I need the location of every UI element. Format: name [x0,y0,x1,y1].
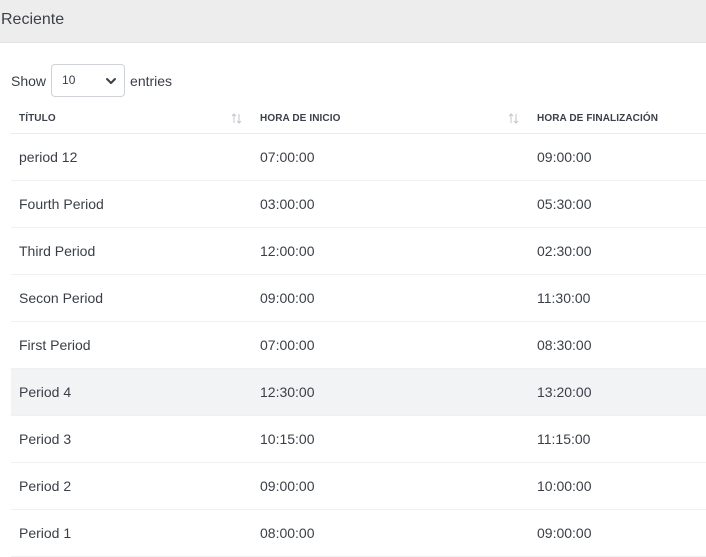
cell-start-time: 07:00:00 [252,133,529,181]
entries-label: entries [130,72,173,89]
table-row-hovered[interactable]: Period 4 12:30:00 13:20:00 [11,368,706,416]
cell-start-time: 09:00:00 [252,462,529,510]
cell-end-time: 10:00:00 [529,462,706,510]
cell-title: First Period [11,321,252,369]
entries-select-value: 10 [62,73,76,87]
table-row[interactable]: Third Period 12:00:00 02:30:00 [11,227,706,275]
entries-select[interactable]: 10 [51,64,126,97]
table-row[interactable]: Fourth Period 03:00:00 05:30:00 [11,180,706,228]
cell-start-time: 12:30:00 [252,368,529,416]
cell-end-time: 11:30:00 [529,274,706,322]
table-row[interactable]: Period 3 10:15:00 11:15:00 [11,415,706,463]
cell-start-time: 08:00:00 [252,509,529,557]
entries-length-control: Show 10 entries [11,64,172,97]
cell-end-time: 13:20:00 [529,368,706,416]
cell-title: Period 2 [11,462,252,510]
column-header-label: HORA DE FINALIZACIÓN [537,113,659,124]
cell-start-time: 07:00:00 [252,321,529,369]
cell-title: Fourth Period [11,180,252,228]
cell-end-time: 02:30:00 [529,227,706,275]
cell-title: Third Period [11,227,252,275]
cell-start-time: 03:00:00 [252,180,529,228]
cell-end-time: 09:00:00 [529,133,706,181]
column-header-end-time[interactable]: HORA DE FINALIZACIÓN [529,104,706,134]
cell-start-time: 12:00:00 [252,227,529,275]
cell-title: Secon Period [11,274,252,322]
cell-start-time: 10:15:00 [252,415,529,463]
card-header: Reciente [0,0,706,43]
table-row[interactable]: period 12 07:00:00 09:00:00 [11,133,706,181]
cell-end-time: 05:30:00 [529,180,706,228]
table-header-row: TÍTULO HORA DE INICIO HORA DE FINALIZACI… [11,104,706,134]
cell-start-time: 09:00:00 [252,274,529,322]
table-row[interactable]: Secon Period 09:00:00 11:30:00 [11,274,706,322]
show-label: Show [11,72,47,89]
chevron-down-icon [106,78,117,84]
cell-title: period 12 [11,133,252,181]
column-header-title[interactable]: TÍTULO [11,104,252,134]
cell-title: Period 3 [11,415,252,463]
table-row[interactable]: Period 1 08:00:00 09:00:00 [11,509,706,557]
table-row[interactable]: Period 2 09:00:00 10:00:00 [11,462,706,510]
periods-table: TÍTULO HORA DE INICIO HORA DE FINALIZACI… [11,104,706,557]
sort-arrows-icon [508,113,519,124]
cell-end-time: 08:30:00 [529,321,706,369]
cell-end-time: 11:15:00 [529,415,706,463]
column-header-start-time[interactable]: HORA DE INICIO [252,104,529,134]
cell-end-time: 09:00:00 [529,509,706,557]
table-row[interactable]: First Period 07:00:00 08:30:00 [11,321,706,369]
column-header-label: TÍTULO [19,113,56,124]
column-header-label: HORA DE INICIO [260,113,341,124]
cell-title: Period 4 [11,368,252,416]
card-title: Reciente [1,11,65,28]
cell-title: Period 1 [11,509,252,557]
sort-arrows-icon [231,113,242,124]
